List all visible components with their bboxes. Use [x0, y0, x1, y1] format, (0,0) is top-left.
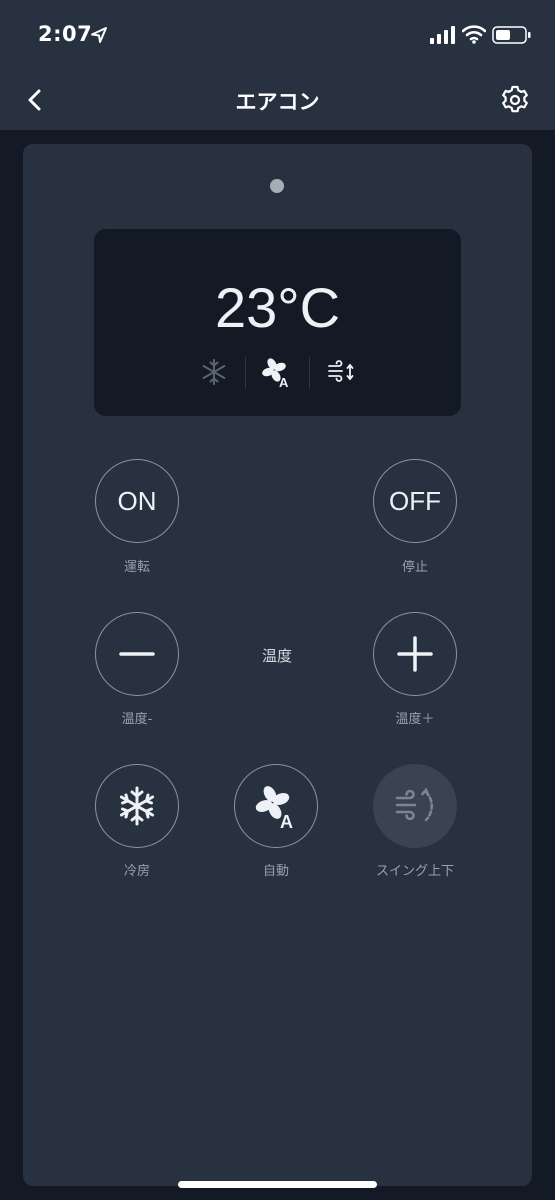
auto-label: 自動 [262, 864, 289, 879]
swing-icon [328, 360, 354, 382]
svg-text:A: A [280, 812, 293, 828]
off-button-text: OFF [389, 485, 441, 516]
cool-button[interactable] [95, 764, 179, 848]
swing-icon [395, 787, 433, 822]
display-divider [309, 357, 310, 389]
indicator-dot [270, 179, 284, 193]
on-button[interactable]: ON [95, 459, 179, 543]
remote-panel: 23°C A ON 運転 OFF 停止 温度- 温度 温度＋ 冷房 A 自動 ス… [23, 144, 532, 1186]
gear-icon[interactable] [497, 82, 533, 118]
plus-icon [397, 636, 433, 672]
swing-label: スイング上下 [375, 864, 454, 879]
status-time: 2:07 [38, 22, 93, 46]
cool-label: 冷房 [123, 864, 150, 879]
display-screen: 23°C A [94, 229, 461, 416]
fan-auto-icon: A [255, 786, 293, 828]
off-label: 停止 [401, 560, 428, 575]
on-label: 運転 [123, 560, 150, 575]
location-arrow-icon [91, 27, 107, 43]
status-bar: 2:07 [0, 0, 555, 72]
temp-down-button[interactable] [95, 612, 179, 696]
battery-icon [492, 26, 531, 44]
snowflake-icon [119, 786, 155, 826]
snowflake-icon [202, 359, 226, 385]
swing-button[interactable] [373, 764, 457, 848]
wifi-icon [462, 25, 486, 44]
cellular-signal-icon [430, 26, 455, 44]
fan-auto-icon: A [262, 358, 289, 387]
nav-bar: エアコン [0, 72, 555, 130]
display-temperature: 23°C [214, 276, 341, 339]
display-divider [245, 357, 246, 389]
temp-center-label: 温度 [261, 647, 292, 665]
on-button-text: ON [117, 485, 157, 516]
minus-icon [119, 652, 155, 656]
auto-fan-button[interactable]: A [234, 764, 318, 848]
off-button[interactable]: OFF [373, 459, 457, 543]
home-indicator [178, 1181, 377, 1188]
page-title: エアコン [235, 90, 320, 114]
svg-text:A: A [279, 375, 289, 387]
temp-up-label: 温度＋ [395, 712, 435, 727]
temp-down-label: 温度- [121, 712, 153, 727]
temp-up-button[interactable] [373, 612, 457, 696]
